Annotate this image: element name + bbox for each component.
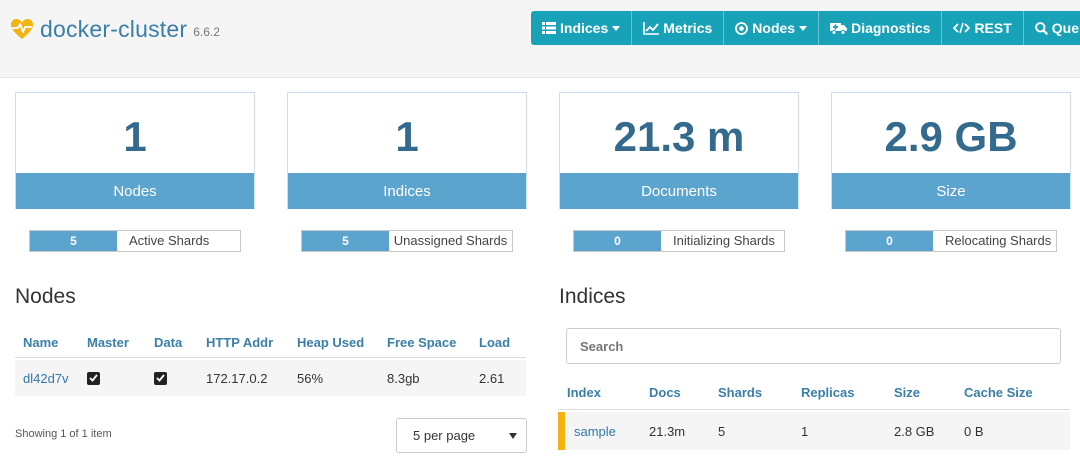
shard-label: Unassigned Shards <box>393 233 508 248</box>
column-header-load[interactable]: Load <box>479 328 510 357</box>
column-header-data[interactable]: Data <box>154 328 182 357</box>
stat-label: Indices <box>288 173 526 209</box>
shard-bar-active: 5 Active Shards <box>29 230 241 252</box>
per-page-value: 5 per page <box>413 428 476 443</box>
shard-label: Active Shards <box>129 233 210 248</box>
nav-indices-label: Indices <box>560 20 609 36</box>
stat-value: 21.3 m <box>613 113 745 160</box>
replicas-cell: 1 <box>801 423 809 439</box>
column-header-docs[interactable]: Docs <box>649 376 681 409</box>
chevron-down-icon <box>799 25 808 31</box>
column-header-master[interactable]: Master <box>87 328 129 357</box>
http-addr-cell: 172.17.0.2 <box>206 370 268 386</box>
column-header-free-space[interactable]: Free Space <box>387 328 456 357</box>
pagination-summary: Showing 1 of 1 item <box>15 428 112 440</box>
size-cell: 2.8 GB <box>894 423 935 439</box>
stat-value: 1 <box>395 113 419 160</box>
shard-count: 5 <box>30 231 117 251</box>
stat-card-documents: 21.3 m Documents <box>559 92 799 209</box>
brand[interactable]: docker-cluster 6.6.2 <box>10 14 220 44</box>
indices-table-header: Index Docs Shards Replicas Size Cache Si… <box>558 376 1070 410</box>
nav-rest-label: REST <box>974 20 1012 36</box>
nav-rest[interactable]: REST <box>942 11 1024 45</box>
column-header-index[interactable]: Index <box>567 376 601 409</box>
indices-search-input[interactable] <box>566 328 1061 364</box>
stat-card-nodes: 1 Nodes <box>15 92 255 209</box>
search-icon <box>1034 21 1048 35</box>
nav-query-label: Query <box>1051 20 1080 36</box>
circle-dot-icon <box>735 21 749 35</box>
column-header-size[interactable]: Size <box>894 376 920 409</box>
cluster-version: 6.6.2 <box>193 25 220 39</box>
cache-size-cell: 0 B <box>964 423 984 439</box>
shard-bar-relocating: 0 Relocating Shards <box>845 230 1057 252</box>
column-header-name[interactable]: Name <box>23 328 58 357</box>
column-header-http-addr[interactable]: HTTP Addr <box>206 328 273 357</box>
chevron-down-icon <box>612 25 621 31</box>
column-header-replicas[interactable]: Replicas <box>801 376 854 409</box>
nav-query[interactable]: Query <box>1024 11 1080 45</box>
shard-count: 5 <box>302 231 389 251</box>
stat-value: 1 <box>123 113 147 160</box>
code-icon <box>953 22 971 34</box>
shard-count: 0 <box>574 231 661 251</box>
heap-used-cell: 56% <box>297 370 324 386</box>
nav-nodes[interactable]: Nodes <box>724 11 820 45</box>
top-header: docker-cluster 6.6.2 Indices Metrics Nod… <box>0 0 1080 78</box>
stat-label: Size <box>832 173 1070 209</box>
indices-section-title: Indices <box>559 285 626 308</box>
stat-label: Documents <box>560 173 798 209</box>
column-header-heap-used[interactable]: Heap Used <box>297 328 364 357</box>
chevron-down-icon <box>509 433 517 439</box>
nodes-table-header: Name Master Data HTTP Addr Heap Used Fre… <box>15 328 526 358</box>
nodes-section-title: Nodes <box>15 285 76 308</box>
docs-cell: 21.3m <box>649 423 686 439</box>
per-page-select[interactable]: 5 per page <box>396 418 527 453</box>
load-cell: 2.61 <box>479 370 505 386</box>
column-header-cache-size[interactable]: Cache Size <box>964 376 1033 409</box>
ambulance-icon <box>830 22 848 35</box>
index-name-link[interactable]: sample <box>574 412 616 450</box>
stat-label: Nodes <box>16 173 254 209</box>
check-square-icon <box>154 371 167 385</box>
stat-card-size: 2.9 GB Size <box>831 92 1071 209</box>
line-chart-icon <box>643 21 660 35</box>
free-space-cell: 8.3gb <box>387 370 420 386</box>
table-row: sample 21.3m 5 1 2.8 GB 0 B <box>558 412 1070 450</box>
cluster-name: docker-cluster <box>40 15 188 42</box>
nav-metrics[interactable]: Metrics <box>632 11 725 45</box>
nav-indices[interactable]: Indices <box>531 11 633 45</box>
check-square-icon <box>87 371 100 385</box>
heart-pulse-icon <box>11 19 33 39</box>
shard-label: Relocating Shards <box>945 233 1052 248</box>
list-icon <box>542 22 556 34</box>
shard-bar-unassigned: 5 Unassigned Shards <box>301 230 513 252</box>
shard-bar-initializing: 0 Initializing Shards <box>573 230 785 252</box>
master-cell <box>87 360 100 396</box>
node-name-link[interactable]: dl42d7v <box>23 360 69 396</box>
stat-value: 2.9 GB <box>884 113 1018 160</box>
shard-count: 0 <box>846 231 933 251</box>
table-row: dl42d7v 172.17.0.2 56% 8.3gb 2.61 <box>15 360 526 396</box>
column-header-shards[interactable]: Shards <box>718 376 762 409</box>
main-nav: Indices Metrics Nodes Diagnostics REST Q… <box>531 11 1080 45</box>
nav-diagnostics[interactable]: Diagnostics <box>819 11 943 45</box>
nav-diagnostics-label: Diagnostics <box>851 20 931 36</box>
nav-metrics-label: Metrics <box>663 20 713 36</box>
stat-card-indices: 1 Indices <box>287 92 527 209</box>
shard-label: Initializing Shards <box>673 233 775 248</box>
shards-cell: 5 <box>718 423 726 439</box>
nav-nodes-label: Nodes <box>752 20 796 36</box>
data-cell <box>154 360 167 396</box>
